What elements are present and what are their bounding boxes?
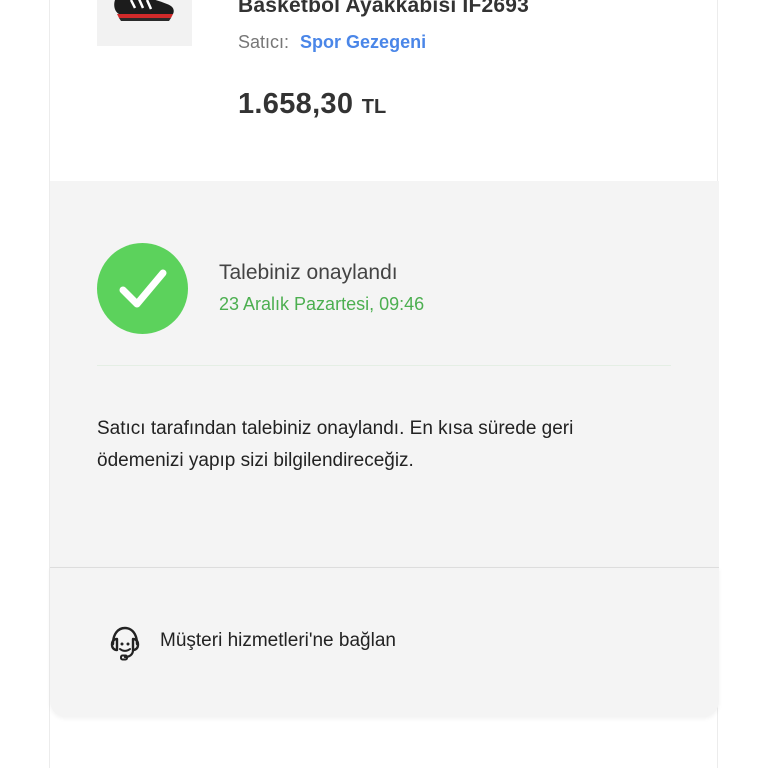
product-price: 1.658,30 TL: [238, 88, 386, 121]
customer-service-button[interactable]: Müşteri hizmetleri'ne bağlan: [50, 567, 719, 717]
approved-status-icon: [97, 243, 188, 334]
divider: [97, 365, 671, 366]
headset-icon: [110, 626, 140, 661]
status-date: 23 Aralık Pazartesi, 09:46: [219, 294, 425, 314]
price-currency: TL: [361, 96, 387, 118]
sneaker-image: [114, 0, 174, 21]
product-thumbnail[interactable]: [97, 0, 192, 46]
price-amount: 1.658,30: [238, 88, 354, 120]
return-request-card: Basketbol Ayakkabısı IF2693 Satıcı: Spor…: [49, 0, 719, 768]
seller-link[interactable]: Spor Gezegeni: [300, 32, 426, 52]
seller-row: Satıcı: Spor Gezegeni: [238, 32, 426, 53]
status-panel: Talebiniz onaylandı 23 Aralık Pazartesi,…: [50, 181, 719, 567]
product-name[interactable]: Basketbol Ayakkabısı IF2693: [238, 0, 529, 18]
status-title: Talebiniz onaylandı: [219, 261, 398, 284]
page: Basketbol Ayakkabısı IF2693 Satıcı: Spor…: [0, 0, 768, 768]
seller-label: Satıcı:: [238, 32, 290, 52]
support-label: Müşteri hizmetleri'ne bağlan: [160, 630, 396, 651]
check-icon: [119, 269, 167, 308]
status-message: Satıcı tarafından talebiniz onaylandı. E…: [97, 418, 574, 471]
